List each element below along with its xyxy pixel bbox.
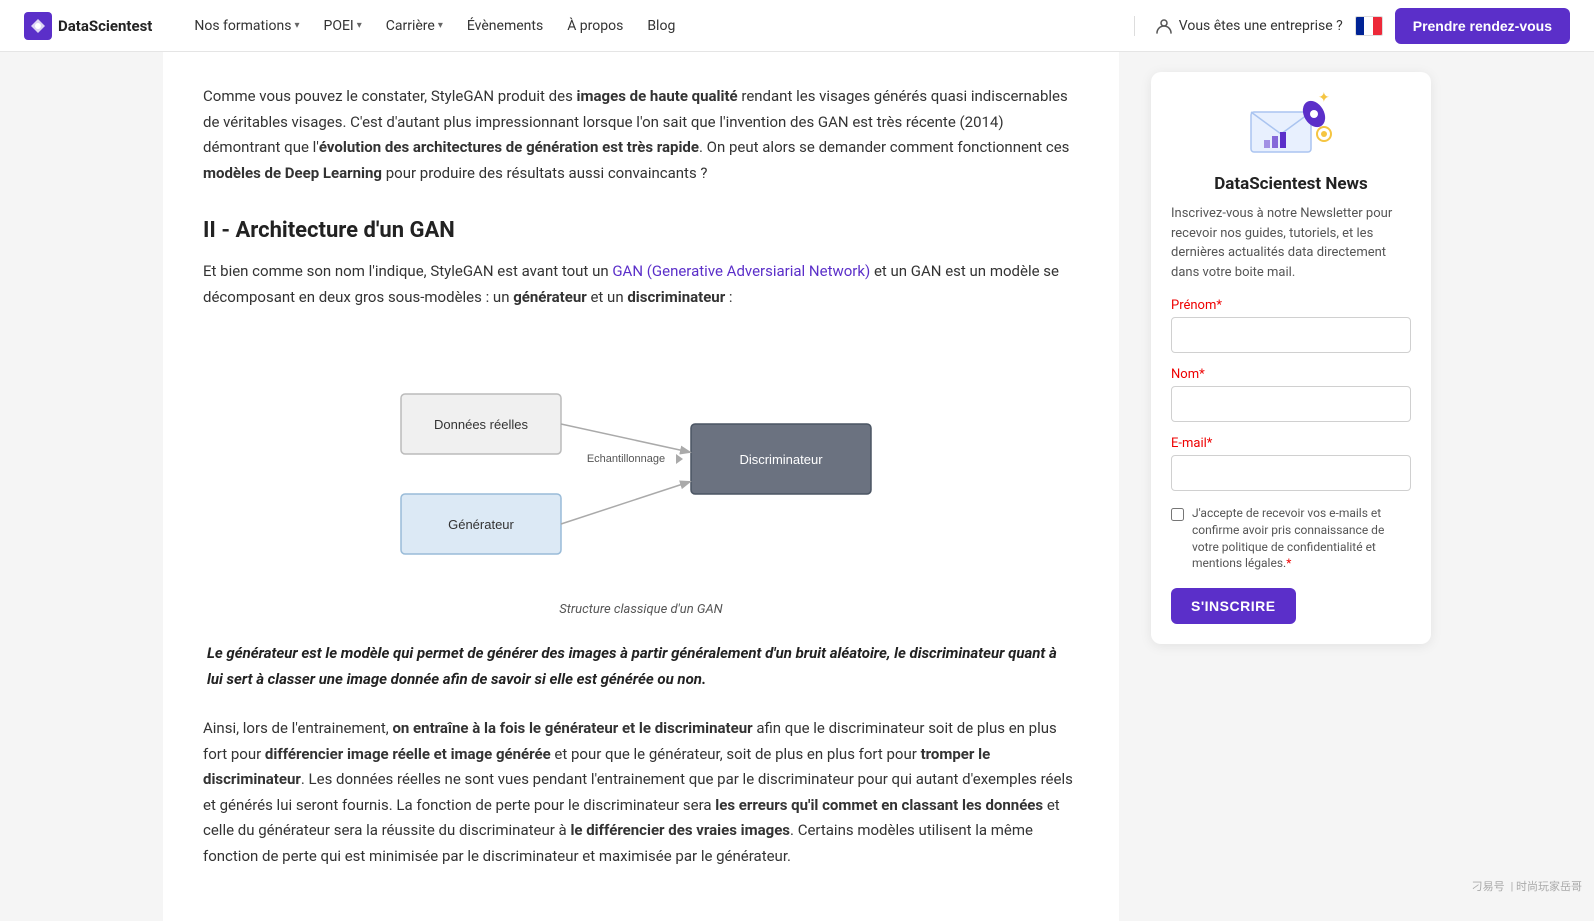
navbar: DataScientest Nos formations ▾ POEI ▾ Ca…	[0, 0, 1594, 52]
language-selector[interactable]	[1355, 16, 1383, 36]
body-text-2c: et pour que le générateur, soit de plus …	[551, 745, 921, 763]
sidebar-card-header: ✦	[1171, 92, 1411, 162]
cta-button[interactable]: Prendre rendez-vous	[1395, 8, 1570, 44]
body-bold-3: on entraîne à la fois le générateur et l…	[392, 719, 752, 737]
logo[interactable]: DataScientest	[24, 12, 152, 40]
section-title: II - Architecture d'un GAN	[203, 218, 1079, 243]
logo-text: DataScientest	[58, 17, 152, 35]
gan-diagram: Données réelles Générateur Discriminateu…	[381, 334, 901, 594]
intro-bold-3: modèles de Deep Learning	[203, 164, 382, 182]
nav-link-blog[interactable]: Blog	[637, 12, 685, 40]
subscribe-button[interactable]: S'INSCRIRE	[1171, 588, 1296, 624]
newsletter-card: ✦ DataScientest News Inscrivez-vous à no…	[1151, 72, 1431, 644]
intro-bold-1: images de haute qualité	[577, 87, 738, 105]
prenom-input[interactable]	[1171, 317, 1411, 353]
checkbox-row: J'accepte de recevoir vos e-mails et con…	[1171, 505, 1411, 572]
body-text-2a: Ainsi, lors de l'entrainement,	[203, 719, 392, 737]
body-paragraph-2: Ainsi, lors de l'entrainement, on entraî…	[203, 716, 1079, 869]
nav-link-formations[interactable]: Nos formations ▾	[184, 12, 309, 40]
email-label: E-mail*	[1171, 436, 1411, 451]
sidebar-card-desc: Inscrivez-vous à notre Newsletter pour r…	[1171, 204, 1411, 282]
sidebar-card-title: DataScientest News	[1171, 174, 1411, 194]
watermark-text1: 刁易号	[1472, 878, 1505, 894]
svg-text:Données réelles: Données réelles	[434, 417, 528, 432]
body-bold-discriminateur: discriminateur	[627, 288, 725, 306]
body-text-1d: :	[725, 288, 732, 306]
nav-link-evenements[interactable]: Évènements	[457, 12, 553, 40]
logo-icon	[24, 12, 52, 40]
svg-text:Echantillonnage: Echantillonnage	[587, 453, 665, 465]
body-paragraph-1: Et bien comme son nom l'indique, StyleGA…	[203, 259, 1079, 310]
svg-text:Discriminateur: Discriminateur	[739, 452, 823, 467]
prenom-label: Prénom*	[1171, 298, 1411, 313]
nom-group: Nom*	[1171, 367, 1411, 422]
intro-text-4: pour produire des résultats aussi convai…	[382, 164, 708, 182]
required-mark: *	[1199, 367, 1205, 382]
newsletter-illustration: ✦	[1246, 92, 1336, 162]
intro-text-3: . On peut alors se demander comment fonc…	[699, 138, 1069, 156]
required-mark: *	[1207, 436, 1213, 451]
blockquote-text: Le générateur est le modèle qui permet d…	[207, 644, 1057, 688]
required-mark: *	[1216, 298, 1222, 313]
body-bold-4: différencier image réelle et image génér…	[265, 745, 551, 763]
intro-bold-2: évolution des architectures de génératio…	[319, 138, 699, 156]
gan-link[interactable]: GAN (Generative Adversiarial Network)	[612, 262, 870, 280]
sidebar: ✦ DataScientest News Inscrivez-vous à no…	[1151, 52, 1431, 664]
intro-paragraph: Comme vous pouvez le constater, StyleGAN…	[203, 84, 1079, 186]
nav-divider	[1134, 16, 1135, 36]
intro-text-1: Comme vous pouvez le constater, StyleGAN…	[203, 87, 577, 105]
nav-link-carriere[interactable]: Carrière ▾	[376, 12, 453, 40]
enterprise-link[interactable]: Vous êtes une entreprise ?	[1155, 17, 1343, 35]
svg-text:✦: ✦	[1318, 92, 1330, 106]
chevron-down-icon: ▾	[294, 20, 299, 31]
chevron-down-icon: ▾	[357, 20, 362, 31]
nom-input[interactable]	[1171, 386, 1411, 422]
svg-text:Générateur: Générateur	[448, 517, 514, 532]
watermark: 刁易号 | 时尚玩家岳哥	[1472, 878, 1582, 894]
nav-links: Nos formations ▾ POEI ▾ Carrière ▾ Évène…	[184, 12, 1125, 40]
body-bold-6: les erreurs qu'il commet en classant les…	[715, 796, 1043, 814]
email-input[interactable]	[1171, 455, 1411, 491]
body-text-1c: et un	[587, 288, 628, 306]
email-group: E-mail*	[1171, 436, 1411, 491]
main-content: Comme vous pouvez le constater, StyleGAN…	[163, 52, 1119, 921]
body-text-1a: Et bien comme son nom l'indique, StyleGA…	[203, 262, 612, 280]
body-bold-generateur: générateur	[513, 288, 587, 306]
body-bold-7: le différencier des vraies images	[570, 821, 790, 839]
nom-label: Nom*	[1171, 367, 1411, 382]
chevron-down-icon: ▾	[438, 20, 443, 31]
blockquote: Le générateur est le modèle qui permet d…	[203, 641, 1079, 692]
prenom-group: Prénom*	[1171, 298, 1411, 353]
checkbox-label[interactable]: J'accepte de recevoir vos e-mails et con…	[1192, 505, 1411, 572]
nav-link-apropos[interactable]: À propos	[557, 12, 633, 40]
nav-right: Vous êtes une entreprise ? Prendre rende…	[1126, 8, 1570, 44]
nav-link-poei[interactable]: POEI ▾	[314, 12, 372, 40]
consent-checkbox[interactable]	[1171, 508, 1184, 521]
diagram-caption: Structure classique d'un GAN	[559, 602, 722, 617]
watermark-text2: | 时尚玩家岳哥	[1511, 878, 1582, 894]
enterprise-icon	[1155, 17, 1173, 35]
diagram-container: Données réelles Générateur Discriminateu…	[203, 334, 1079, 617]
